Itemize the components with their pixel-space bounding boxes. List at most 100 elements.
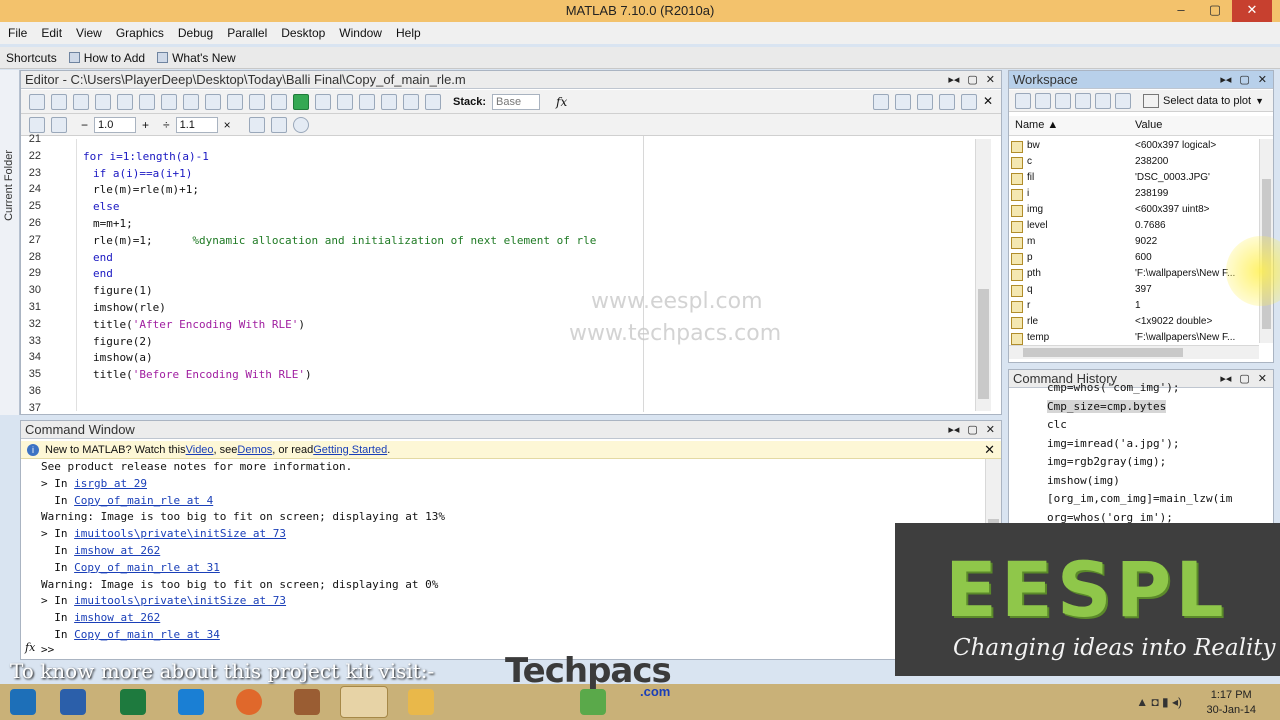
cut-icon[interactable] <box>95 93 111 110</box>
undock-icon[interactable]: ▢ <box>1239 73 1249 86</box>
cell-minus-button[interactable]: − <box>81 118 88 132</box>
workspace-row[interactable]: i 238199 <box>1009 187 1261 203</box>
stack-select[interactable]: Base <box>492 93 541 110</box>
save-workspace-icon[interactable] <box>1075 92 1091 109</box>
excel-icon[interactable] <box>120 689 146 715</box>
step-icon[interactable] <box>359 93 375 110</box>
error-link[interactable]: Copy_of_main_rle at 4 <box>74 494 213 507</box>
back-icon[interactable] <box>249 93 265 110</box>
error-link[interactable]: imuitools\private\initSize at 73 <box>74 594 286 607</box>
close-panel-icon[interactable]: ✕ <box>986 423 995 436</box>
close-panel-icon[interactable]: ✕ <box>1258 73 1267 86</box>
workspace-row[interactable]: bw <600x397 logical> <box>1009 139 1261 155</box>
cell-mode-icon[interactable] <box>248 116 265 133</box>
error-link[interactable]: Copy_of_main_rle at 34 <box>74 628 220 641</box>
error-link[interactable]: isrgb at 29 <box>74 477 147 490</box>
workspace-row[interactable]: q 397 <box>1009 283 1261 299</box>
maximize-icon[interactable] <box>960 93 977 110</box>
cell-mode-icon-2[interactable] <box>270 116 287 133</box>
workspace-row[interactable]: m 9022 <box>1009 235 1261 251</box>
find-icon[interactable] <box>227 93 243 110</box>
undo-icon[interactable] <box>161 93 177 110</box>
name-column-header[interactable]: Name ▲ <box>1015 119 1058 131</box>
delete-icon[interactable] <box>1115 92 1131 109</box>
editor-scroll-thumb[interactable] <box>978 289 989 399</box>
exit-debug-icon[interactable] <box>425 93 441 110</box>
workspace-hscroll-thumb[interactable] <box>1023 348 1183 357</box>
getting-started-link[interactable]: Getting Started <box>313 444 387 456</box>
error-link[interactable]: Copy_of_main_rle at 31 <box>74 561 220 574</box>
cell-value-2[interactable]: 1.1 <box>175 116 218 133</box>
history-entry[interactable]: clc <box>1047 418 1067 431</box>
run-icon[interactable] <box>293 93 309 110</box>
step-out-icon[interactable] <box>403 93 419 110</box>
close-button[interactable]: ✕ <box>1232 0 1272 22</box>
workspace-row[interactable]: level 0.7686 <box>1009 219 1261 235</box>
cell-times-button[interactable]: × <box>224 118 231 132</box>
help-icon[interactable] <box>292 116 309 133</box>
open-variable-icon[interactable] <box>1035 92 1051 109</box>
history-entry[interactable]: [org_im,com_img]=main_lzw(im <box>1047 492 1232 505</box>
print-icon[interactable] <box>205 93 221 110</box>
menu-debug[interactable]: Debug <box>178 26 213 40</box>
error-link[interactable]: imshow at 262 <box>74 611 160 624</box>
fx-button[interactable]: fx <box>556 95 567 109</box>
editor-scrollbar[interactable] <box>975 139 991 411</box>
workspace-row[interactable]: p 600 <box>1009 251 1261 267</box>
demos-link[interactable]: Demos <box>237 444 272 456</box>
copy-icon[interactable] <box>117 93 133 110</box>
chevron-down-icon[interactable]: ▼ <box>1255 96 1264 106</box>
history-entry[interactable]: org=whos('org_im'); <box>1047 511 1173 524</box>
cell-divide-button[interactable]: ÷ <box>163 118 170 132</box>
firefox-icon[interactable] <box>236 689 262 715</box>
panel-menu-icon[interactable]: ▸◂ <box>1220 73 1231 86</box>
word-icon[interactable] <box>60 689 86 715</box>
menu-edit[interactable]: Edit <box>41 26 62 40</box>
error-link[interactable]: imuitools\private\initSize at 73 <box>74 527 286 540</box>
paint-icon[interactable] <box>580 689 606 715</box>
close-doc-icon[interactable]: ✕ <box>983 94 993 110</box>
teamviewer-icon[interactable] <box>178 689 204 715</box>
history-entry[interactable]: img=rgb2gray(img); <box>1047 455 1166 468</box>
command-prompt[interactable]: >> <box>41 643 54 656</box>
value-column-header[interactable]: Value <box>1135 119 1162 131</box>
step-in-icon[interactable] <box>381 93 397 110</box>
folder-icon[interactable] <box>408 689 434 715</box>
history-entry[interactable]: cmp=whos('com_img'); <box>1047 381 1179 394</box>
workspace-row[interactable]: r1 <box>1009 299 1261 315</box>
forward-icon[interactable] <box>271 93 287 110</box>
breakpoint-icon[interactable] <box>315 93 331 110</box>
select-data-to-plot[interactable]: Select data to plot <box>1163 95 1251 107</box>
clock[interactable]: 1:17 PM 30-Jan-14 <box>1206 688 1256 718</box>
panel-menu-icon[interactable]: ▸◂ <box>948 73 959 86</box>
import-data-icon[interactable] <box>1055 92 1071 109</box>
float-icon[interactable] <box>938 93 955 110</box>
app-icon[interactable] <box>294 689 320 715</box>
history-entry[interactable]: Cmp_size=cmp.bytes <box>1047 399 1167 413</box>
menu-help[interactable]: Help <box>396 26 421 40</box>
undock-icon[interactable]: ▢ <box>967 423 977 436</box>
cell-value-1[interactable]: 1.0 <box>94 116 137 133</box>
history-entry[interactable]: imshow(img) <box>1047 474 1120 487</box>
history-entry[interactable]: img=imread('a.jpg'); <box>1047 437 1179 450</box>
menu-graphics[interactable]: Graphics <box>116 26 164 40</box>
cell-plus-button[interactable]: + <box>142 118 149 132</box>
minimize-button[interactable]: – <box>1164 0 1198 22</box>
menu-file[interactable]: File <box>8 26 27 40</box>
workspace-row[interactable]: rle <1x9022 double> <box>1009 315 1261 331</box>
undock-icon[interactable]: ▢ <box>967 73 977 86</box>
cell-insert-icon[interactable] <box>29 116 45 133</box>
redo-icon[interactable] <box>183 93 199 110</box>
workspace-row[interactable]: fil 'DSC_0003.JPG' <box>1009 171 1261 187</box>
workspace-row[interactable]: img <600x397 uint8> <box>1009 203 1261 219</box>
how-to-add-shortcut[interactable]: How to Add <box>68 51 145 65</box>
workspace-row[interactable]: pth 'F:\wallpapers\New F... <box>1009 267 1261 283</box>
tile-icon[interactable] <box>872 93 889 110</box>
whats-new-shortcut[interactable]: What's New <box>157 51 236 65</box>
tray-icons[interactable]: ▲ ◘ ▮ ◂) <box>1136 695 1182 709</box>
split-icon[interactable] <box>894 93 911 110</box>
panel-menu-icon[interactable]: ▸◂ <box>948 423 959 436</box>
matlab-icon[interactable] <box>340 686 388 718</box>
close-panel-icon[interactable]: ✕ <box>986 73 995 86</box>
save-icon[interactable] <box>73 93 89 110</box>
